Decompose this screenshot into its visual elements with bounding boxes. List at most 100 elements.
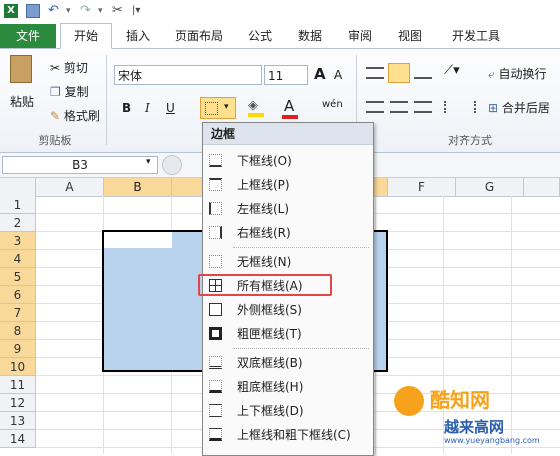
tab-review[interactable]: 审阅 [340, 24, 380, 48]
bottom-border-icon [209, 154, 222, 167]
fill-color-icon[interactable]: ◈ [248, 99, 262, 113]
top-border-icon [209, 178, 222, 191]
copy-button[interactable]: ❐ 复制 [50, 83, 89, 100]
watermark-logo-icon [394, 386, 424, 416]
menu-item-thick-box-border[interactable]: 粗匣框线(T) [203, 322, 373, 346]
row-header[interactable]: 10 [0, 358, 36, 376]
thick-bottom-border-icon [209, 380, 222, 393]
tab-file[interactable]: 文件 [0, 24, 56, 48]
name-box[interactable]: B3 [2, 156, 158, 174]
middle-align-icon[interactable] [388, 63, 410, 83]
column-header-extra [524, 178, 560, 196]
border-menu-title: 边框 [203, 123, 373, 145]
menu-item-top-bottom-border[interactable]: 上下框线(D) [203, 399, 373, 423]
clipboard-group-label: 剪贴板 [38, 134, 72, 147]
row-header[interactable]: 9 [0, 340, 36, 358]
menu-item-bottom-border[interactable]: 下框线(O) [203, 149, 373, 173]
row-header[interactable]: 12 [0, 394, 36, 412]
wrap-text-button[interactable]: ⤶ 自动换行 [488, 65, 547, 82]
redo-dropdown-icon[interactable]: ▾ [98, 4, 112, 18]
row-header[interactable]: 14 [0, 430, 36, 448]
tab-insert[interactable]: 插入 [118, 24, 158, 48]
paste-button[interactable]: 粘贴 [10, 93, 34, 110]
tab-view[interactable]: 视图 [390, 24, 430, 48]
column-header[interactable]: F [388, 178, 456, 196]
right-border-icon [209, 226, 222, 239]
redo-icon[interactable]: ↷ [80, 4, 94, 18]
menu-item-thick-bottom-border[interactable]: 粗底框线(H) [203, 375, 373, 399]
merge-icon: ⊞ [488, 101, 502, 115]
row-header[interactable]: 1 [0, 196, 36, 214]
undo-dropdown-icon[interactable]: ▾ [66, 4, 80, 18]
row-header[interactable]: 5 [0, 268, 36, 286]
tab-formulas[interactable]: 公式 [240, 24, 280, 48]
top-align-icon[interactable] [366, 67, 384, 79]
row-header[interactable]: 6 [0, 286, 36, 304]
column-header[interactable]: B [104, 178, 172, 196]
column-header[interactable]: G [456, 178, 524, 196]
menu-item-right-border[interactable]: 右框线(R) [203, 221, 373, 245]
cut-icon: ✂ [50, 61, 64, 75]
menu-item-outside-borders[interactable]: 外侧框线(S) [203, 298, 373, 322]
increase-indent-icon[interactable] [462, 101, 476, 113]
tab-page-layout[interactable]: 页面布局 [168, 24, 230, 48]
top-bottom-border-icon [209, 404, 222, 417]
merge-center-button[interactable]: ⊞ 合并后居 [488, 99, 550, 116]
border-icon [205, 102, 218, 115]
bold-button[interactable]: B [122, 101, 131, 115]
active-cell[interactable] [104, 232, 172, 248]
phonetic-button[interactable]: wén [322, 99, 343, 110]
menu-item-top-thick-bottom-border[interactable]: 上框线和粗下框线(C) [203, 423, 373, 447]
menu-item-top-border[interactable]: 上框线(P) [203, 173, 373, 197]
cut-button[interactable]: ✂ 剪切 [50, 59, 88, 76]
select-all-corner[interactable] [0, 178, 36, 196]
font-size-combo[interactable]: 11 [264, 65, 308, 85]
align-left-icon[interactable] [366, 101, 384, 113]
format-painter-button[interactable]: ✎ 格式刷 [50, 107, 100, 124]
tab-developer[interactable]: 开发工具 [444, 24, 508, 48]
tools-icon[interactable]: ✂ [112, 4, 126, 18]
align-center-icon[interactable] [390, 101, 408, 113]
no-border-icon [209, 255, 222, 268]
font-color-button[interactable]: A [284, 97, 294, 115]
paste-icon[interactable] [10, 55, 32, 83]
menu-separator [233, 348, 369, 349]
align-right-icon[interactable] [414, 101, 432, 113]
alignment-group-label: 对齐方式 [448, 134, 492, 147]
italic-button[interactable]: I [145, 101, 150, 115]
tab-data[interactable]: 数据 [290, 24, 330, 48]
decrease-indent-icon[interactable] [444, 101, 458, 113]
name-box-dropdown-icon[interactable]: ▾ [146, 157, 151, 167]
menu-separator [233, 247, 369, 248]
quick-access-toolbar: X ↶ ▾ ↷ ▾ ✂ |▾ [0, 0, 560, 25]
column-header[interactable]: A [36, 178, 104, 196]
font-name-combo[interactable]: 宋体 [114, 65, 262, 85]
save-icon[interactable] [26, 4, 40, 18]
fill-color-swatch [248, 113, 264, 117]
formula-divider-handle[interactable] [162, 155, 182, 175]
row-header[interactable]: 4 [0, 250, 36, 268]
border-dropdown-button[interactable]: ▾ [200, 97, 236, 119]
tab-home[interactable]: 开始 [60, 23, 112, 49]
ribbon-tabs: 文件 开始 插入 页面布局 公式 数据 审阅 视图 开发工具 [0, 23, 560, 49]
copy-icon: ❐ [50, 85, 65, 99]
orientation-icon[interactable]: ⟋▾ [444, 63, 460, 78]
row-header[interactable]: 11 [0, 376, 36, 394]
undo-icon[interactable]: ↶ [48, 4, 62, 18]
watermark-url: www.yueyangbang.com [444, 436, 540, 445]
left-border-icon [209, 202, 222, 215]
menu-item-no-border[interactable]: 无框线(N) [203, 250, 373, 274]
underline-button[interactable]: U [166, 101, 175, 115]
row-header[interactable]: 13 [0, 412, 36, 430]
row-header[interactable]: 2 [0, 214, 36, 232]
shrink-font-button[interactable]: A [334, 68, 342, 82]
row-header[interactable]: 8 [0, 322, 36, 340]
row-header[interactable]: 7 [0, 304, 36, 322]
highlight-box [198, 274, 332, 296]
row-header[interactable]: 3 [0, 232, 36, 250]
grow-font-button[interactable]: A [314, 65, 326, 83]
customize-icon[interactable]: |▾ [132, 4, 146, 18]
menu-item-left-border[interactable]: 左框线(L) [203, 197, 373, 221]
menu-item-double-bottom-border[interactable]: 双底框线(B) [203, 351, 373, 375]
bottom-align-icon[interactable] [414, 67, 432, 79]
